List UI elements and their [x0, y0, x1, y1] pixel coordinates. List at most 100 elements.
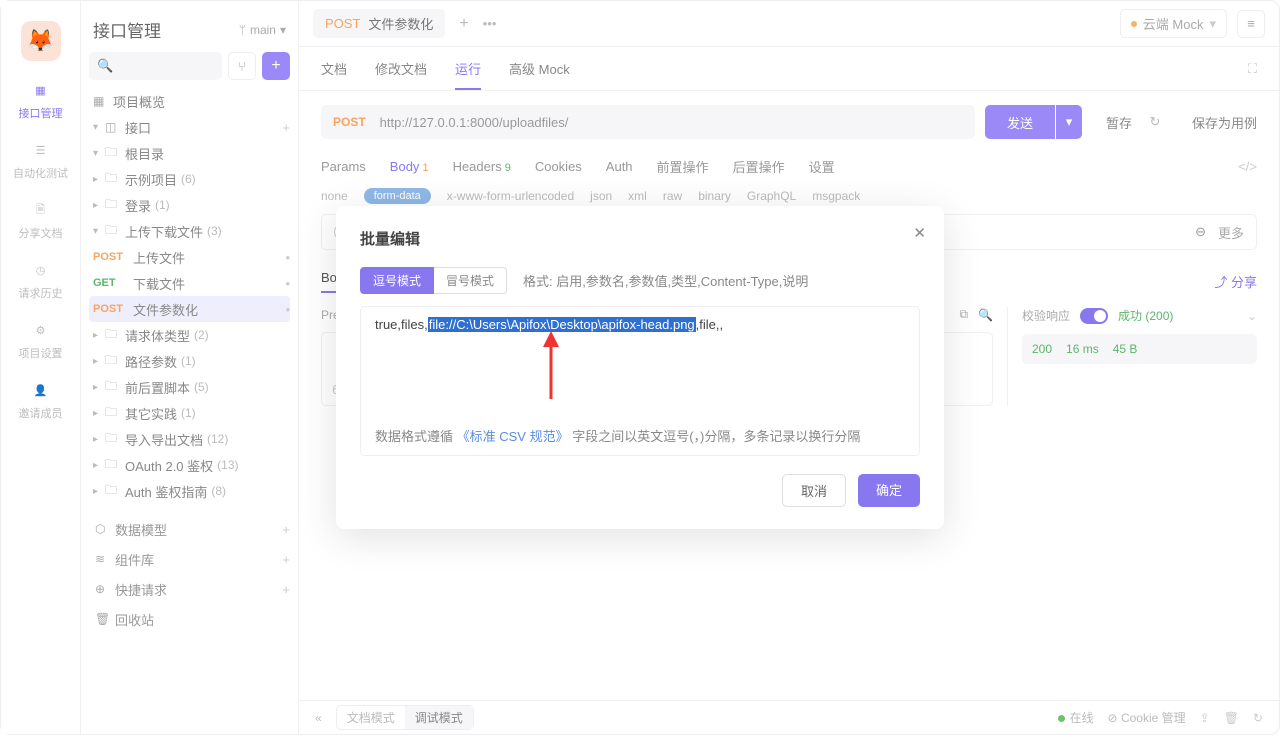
upload-icon[interactable]: ⇪: [1200, 711, 1210, 725]
confirm-button[interactable]: 确定: [858, 474, 920, 507]
bodytype-raw[interactable]: raw: [663, 189, 682, 203]
tree-folder-open[interactable]: ▾🗀上传下载文件(3): [89, 218, 290, 244]
tab-cookies[interactable]: Cookies: [535, 159, 582, 174]
rail-label: 接口管理: [19, 105, 63, 121]
chevron-down-icon[interactable]: ⌄: [1247, 309, 1257, 323]
tree-api-item[interactable]: GET下载文件•: [89, 270, 290, 296]
bodytype-graphql[interactable]: GraphQL: [747, 189, 796, 203]
tab-doc[interactable]: 文档: [321, 59, 347, 78]
data-models[interactable]: ⬡数据模型 +: [89, 514, 290, 544]
quick-request[interactable]: ⊕快捷请求 +: [89, 574, 290, 604]
collapse-icon[interactable]: «: [315, 711, 322, 725]
bodytype-binary[interactable]: binary: [698, 189, 731, 203]
tree-folder[interactable]: ▸🗀示例项目(6): [89, 166, 290, 192]
modal-title: 批量编辑: [360, 228, 920, 249]
request-line: POST http://127.0.0.1:8000/uploadfiles/ …: [299, 91, 1279, 153]
folder-icon: 🗀: [105, 455, 121, 476]
more-link[interactable]: 更多: [1218, 223, 1244, 242]
tree-folder[interactable]: ▸🗀登录(1): [89, 192, 290, 218]
tree-folder[interactable]: ▸🗀路径参数(1): [89, 348, 290, 374]
rail-project-settings[interactable]: ⚙ 项目设置: [19, 319, 63, 361]
tree-api-item-selected[interactable]: POST文件参数化•: [89, 296, 290, 322]
cookie-manage-button[interactable]: ⊘ Cookie 管理: [1108, 709, 1186, 726]
help-icon[interactable]: ↻: [1253, 711, 1263, 725]
rail-history[interactable]: ◷ 请求历史: [19, 259, 63, 301]
refresh-icon[interactable]: ↻: [1142, 109, 1168, 135]
selected-text: file://C:\Users\Apifox\Desktop\apifox-he…: [428, 317, 696, 332]
menu-button[interactable]: ≡: [1237, 10, 1265, 38]
tree-root-dir[interactable]: ▾🗀根目录: [89, 140, 290, 166]
folder-icon: 🗀: [105, 195, 121, 216]
folder-icon: 🗀: [105, 325, 121, 346]
tree-api-item[interactable]: POST上传文件•: [89, 244, 290, 270]
rail-invite[interactable]: 👤 邀请成员: [19, 379, 63, 421]
add-tab-icon[interactable]: +: [459, 15, 468, 33]
components[interactable]: ≋组件库 +: [89, 544, 290, 574]
add-button[interactable]: +: [262, 52, 290, 80]
rail-label: 项目设置: [19, 345, 63, 361]
tree-folder[interactable]: ▸🗀其它实践(1): [89, 400, 290, 426]
tab-mock[interactable]: 高级 Mock: [509, 59, 570, 78]
filter-button[interactable]: ⑂: [228, 52, 256, 80]
url-input[interactable]: POST http://127.0.0.1:8000/uploadfiles/: [321, 105, 975, 139]
minus-icon[interactable]: ⊖: [1195, 224, 1206, 240]
bulk-edit-textarea[interactable]: true,files,file://C:\Users\Apifox\Deskto…: [360, 306, 920, 456]
mode-doc[interactable]: 文档模式: [337, 706, 405, 729]
close-icon[interactable]: ✕: [913, 224, 926, 242]
mode-debug[interactable]: 调试模式: [405, 706, 473, 729]
validate-response: 校验响应 成功 (200) ⌄: [1022, 307, 1257, 324]
folder-icon: 🗀: [105, 169, 121, 190]
branch-selector[interactable]: ᛘ main ▾: [239, 23, 286, 37]
tree-folder[interactable]: ▸🗀Auth 鉴权指南(8): [89, 478, 290, 504]
csv-spec-link[interactable]: 《标准 CSV 规范》: [457, 429, 569, 444]
send-dropdown[interactable]: ▾: [1056, 105, 1082, 139]
tab-body[interactable]: Body1: [390, 159, 429, 174]
tab-params[interactable]: Params: [321, 159, 366, 174]
tab-post[interactable]: 后置操作: [733, 157, 785, 176]
tree-root[interactable]: ▾◫接口 +: [89, 114, 290, 140]
save-as-case-button[interactable]: 保存为用例: [1192, 113, 1257, 132]
grid-icon: ▦: [93, 94, 109, 108]
tab-auth[interactable]: Auth: [606, 159, 633, 174]
rail-api-mgmt[interactable]: ▦ 接口管理: [19, 79, 63, 121]
rail-label: 邀请成员: [19, 405, 63, 421]
rail-automation[interactable]: ☰ 自动化测试: [13, 139, 68, 181]
comma-mode-button[interactable]: 逗号模式: [360, 267, 434, 294]
expand-icon[interactable]: ⛶: [1248, 61, 1257, 77]
tab-edit-doc[interactable]: 修改文档: [375, 59, 427, 78]
view-mode-toggle[interactable]: 文档模式 调试模式: [336, 705, 474, 730]
tree-folder[interactable]: ▸🗀前后置脚本(5): [89, 374, 290, 400]
trash-icon[interactable]: 🗑: [1224, 711, 1239, 725]
bodytype-msgpack[interactable]: msgpack: [812, 189, 860, 203]
bodytype-formdata[interactable]: form-data: [364, 188, 431, 204]
tab-settings[interactable]: 设置: [809, 157, 835, 176]
colon-mode-button[interactable]: 冒号模式: [434, 267, 507, 294]
share-button[interactable]: ⤴ 分享: [1214, 272, 1257, 291]
send-button[interactable]: 发送: [985, 105, 1055, 139]
project-overview[interactable]: ▦项目概览: [89, 88, 290, 114]
validate-toggle[interactable]: [1080, 308, 1108, 324]
tab-run[interactable]: 运行: [455, 59, 481, 90]
bodytype-xml[interactable]: xml: [628, 189, 647, 203]
cancel-button[interactable]: 取消: [782, 474, 846, 507]
code-icon[interactable]: </>: [1238, 159, 1257, 174]
copy-icon[interactable]: ⧉: [959, 307, 968, 322]
editor-tab[interactable]: POST 文件参数化: [313, 9, 445, 38]
status-code: 200: [1032, 342, 1052, 356]
bodytype-json[interactable]: json: [590, 189, 612, 203]
tab-pre[interactable]: 前置操作: [657, 157, 709, 176]
tree-folder[interactable]: ▸🗀导入导出文档(12): [89, 426, 290, 452]
tab-headers[interactable]: Headers9: [453, 159, 511, 174]
bodytype-urlencoded[interactable]: x-www-form-urlencoded: [447, 189, 574, 203]
rail-label: 请求历史: [19, 285, 63, 301]
search-input[interactable]: 🔍: [89, 52, 222, 80]
tree-folder[interactable]: ▸🗀请求体类型(2): [89, 322, 290, 348]
rail-share-docs[interactable]: 🗎 分享文档: [19, 199, 63, 241]
bodytype-none[interactable]: none: [321, 189, 348, 203]
tree-folder[interactable]: ▸🗀OAuth 2.0 鉴权(13): [89, 452, 290, 478]
temp-save-button[interactable]: 暂存: [1106, 113, 1132, 132]
search-icon[interactable]: 🔍: [978, 308, 993, 322]
more-tabs-icon[interactable]: •••: [483, 16, 497, 31]
env-selector[interactable]: 云端 Mock ▾: [1120, 9, 1227, 38]
recycle-bin[interactable]: 🗑回收站: [89, 604, 290, 634]
